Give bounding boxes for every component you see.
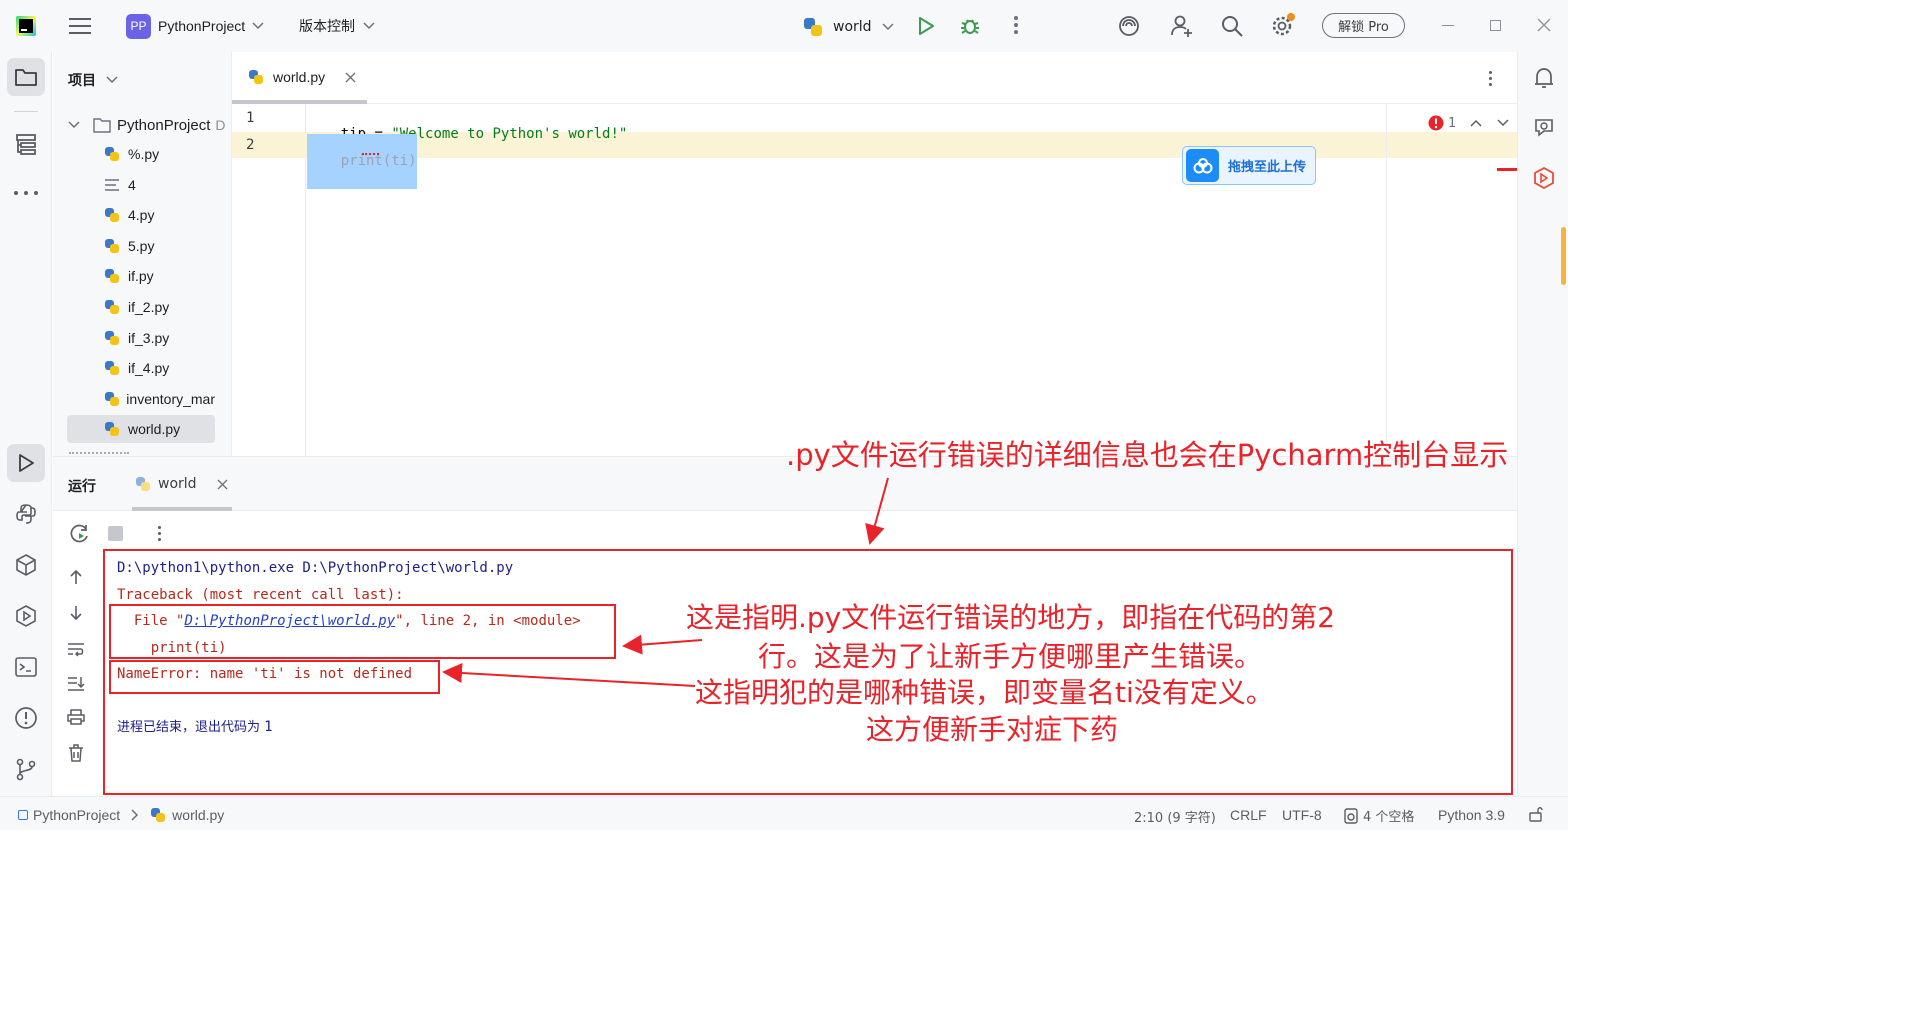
indent-icon — [1344, 807, 1358, 824]
annotation-mid-2: 行。这是为了让新手方便哪里产生错误。 — [758, 640, 1263, 673]
annotation-mid-1: 这是指明.py文件运行错误的地方，即指在代码的第2 — [686, 601, 1336, 634]
annotation-low-1: 这指明犯的是哪种错误，即变量名ti没有定义。 — [695, 676, 1274, 709]
annotation-top: .py文件运行错误的详细信息也会在Pycharm控制台显示 — [786, 438, 1509, 472]
breadcrumb: PythonProject world.py — [18, 807, 224, 823]
read-only-lock-icon[interactable] — [1528, 806, 1544, 822]
arrow-to-console — [865, 477, 889, 545]
file-encoding[interactable]: UTF-8 — [1282, 807, 1322, 823]
python-interpreter[interactable]: Python 3.9 — [1438, 807, 1505, 823]
chevron-right-icon — [131, 809, 139, 821]
breadcrumb-file[interactable]: world.py — [172, 807, 224, 823]
module-icon — [18, 810, 28, 820]
arrow-to-error-line — [442, 663, 696, 687]
indent-label: 4 个空格 — [1363, 810, 1415, 825]
indent-widget[interactable]: 4 个空格 — [1343, 806, 1414, 825]
breadcrumb-project[interactable]: PythonProject — [33, 807, 120, 823]
status-bar: PythonProject world.py 2:10 (9 字符) CRLF … — [0, 796, 1568, 830]
annotation-low-2: 这方便新手对症下药 — [866, 713, 1119, 746]
python-file-icon — [150, 807, 166, 823]
arrow-to-file-line — [622, 634, 703, 655]
line-separator[interactable]: CRLF — [1230, 807, 1267, 823]
caret-position[interactable]: 2:10 (9 字符) — [1134, 807, 1216, 826]
